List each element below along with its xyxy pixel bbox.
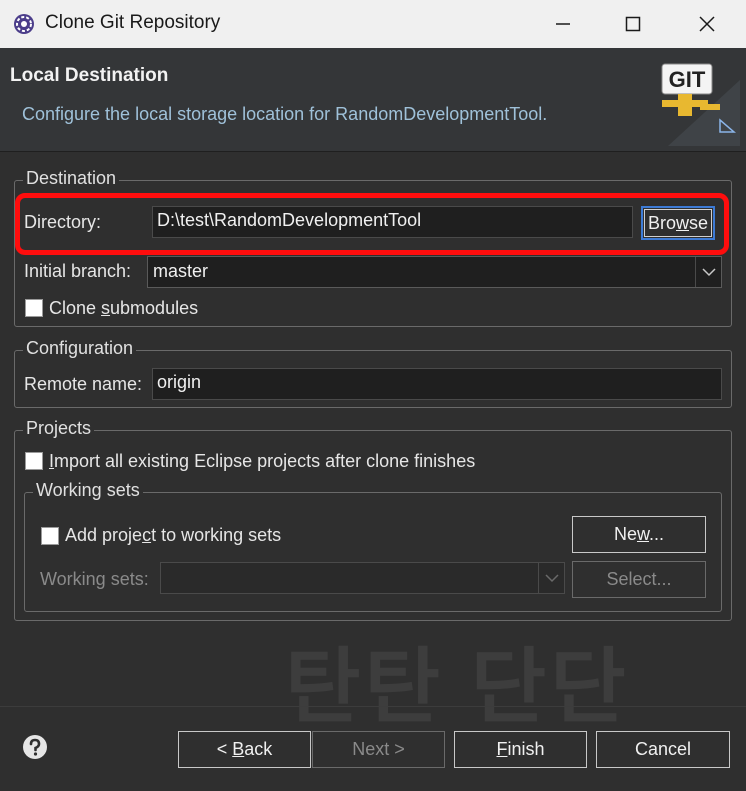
title-bar: Clone Git Repository: [0, 0, 746, 48]
git-logo-text: GIT: [669, 67, 706, 92]
add-to-working-sets-checkbox[interactable]: [41, 527, 59, 545]
new-working-set-label: New...: [613, 524, 665, 544]
page-description: Configure the local storage location for…: [22, 104, 548, 124]
working-sets-group-label: Working sets: [33, 480, 143, 501]
add-to-working-sets-label: Add project to working sets: [65, 525, 282, 545]
finish-button[interactable]: Finish: [454, 731, 587, 768]
window-title: Clone Git Repository: [45, 12, 221, 33]
back-label: < Back: [216, 739, 273, 759]
back-button[interactable]: < Back: [178, 731, 311, 768]
working-sets-select[interactable]: [160, 562, 565, 594]
initial-branch-value: master: [153, 261, 209, 281]
initial-branch-select[interactable]: master: [147, 256, 722, 288]
minimize-icon[interactable]: [540, 8, 586, 40]
directory-highlight-box: [15, 193, 729, 255]
new-working-set-button[interactable]: New...: [572, 516, 706, 553]
chevron-down-icon[interactable]: [695, 257, 721, 287]
working-sets-label: Working sets:: [40, 569, 149, 589]
footer-separator: [0, 706, 746, 707]
remote-name-input[interactable]: origin: [152, 368, 722, 400]
chevron-down-icon[interactable]: [538, 563, 564, 593]
import-projects-label: Import all existing Eclipse projects aft…: [49, 451, 476, 471]
select-working-sets-label: Select...: [606, 569, 672, 589]
cancel-button[interactable]: Cancel: [596, 731, 730, 768]
clone-submodules-label: Clone submodules: [49, 298, 199, 318]
destination-group-label: Destination: [23, 168, 120, 189]
next-label: Next >: [352, 739, 405, 759]
close-icon[interactable]: [684, 8, 730, 40]
git-wizard-icon: GIT: [648, 60, 740, 146]
import-projects-checkbox[interactable]: [25, 452, 43, 470]
next-button[interactable]: Next >: [312, 731, 445, 768]
select-working-sets-button[interactable]: Select...: [572, 561, 706, 598]
wizard-banner: Local Destination Configure the local st…: [0, 48, 746, 152]
maximize-icon[interactable]: [610, 8, 656, 40]
eclipse-gear-icon: [12, 12, 36, 36]
initial-branch-label: Initial branch:: [24, 261, 132, 281]
help-icon[interactable]: [22, 734, 48, 760]
watermark-text: 탄탄 단단: [285, 642, 630, 733]
projects-group-label: Projects: [23, 418, 95, 439]
clone-submodules-checkbox[interactable]: [25, 299, 43, 317]
finish-label: Finish: [496, 739, 545, 759]
remote-name-label: Remote name:: [24, 374, 143, 394]
page-title: Local Destination: [10, 65, 169, 86]
configuration-group-label: Configuration: [23, 338, 137, 359]
cancel-label: Cancel: [634, 739, 692, 759]
